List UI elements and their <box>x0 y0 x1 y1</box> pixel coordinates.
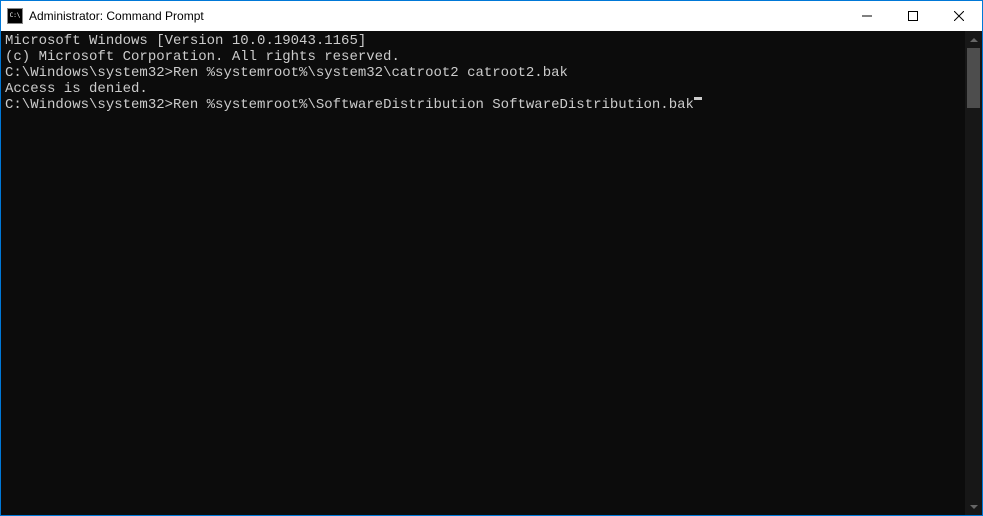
command-line-1: C:\Windows\system32>Ren %systemroot%\sys… <box>5 65 965 81</box>
chevron-up-icon <box>970 38 978 42</box>
command-2: Ren %systemroot%\SoftwareDistribution So… <box>173 97 694 113</box>
prompt-2: C:\Windows\system32> <box>5 97 173 113</box>
minimize-icon <box>862 11 872 21</box>
vertical-scrollbar[interactable] <box>965 31 982 515</box>
close-button[interactable] <box>936 1 982 31</box>
titlebar-left: Administrator: Command Prompt <box>7 8 204 24</box>
maximize-button[interactable] <box>890 1 936 31</box>
maximize-icon <box>908 11 918 21</box>
command-line-2: C:\Windows\system32>Ren %systemroot%\Sof… <box>5 97 965 113</box>
text-cursor <box>694 97 702 100</box>
copyright-line: (c) Microsoft Corporation. All rights re… <box>5 49 965 65</box>
scroll-thumb[interactable] <box>967 48 980 108</box>
console-output[interactable]: Microsoft Windows [Version 10.0.19043.11… <box>1 31 965 515</box>
window-controls <box>844 1 982 31</box>
scroll-up-arrow[interactable] <box>965 31 982 48</box>
cmd-icon <box>7 8 23 24</box>
scroll-down-arrow[interactable] <box>965 498 982 515</box>
minimize-button[interactable] <box>844 1 890 31</box>
result-1: Access is denied. <box>5 81 965 97</box>
version-line: Microsoft Windows [Version 10.0.19043.11… <box>5 33 965 49</box>
command-prompt-window: Administrator: Command Prompt Microsoft … <box>1 1 982 515</box>
command-1: Ren %systemroot%\system32\catroot2 catro… <box>173 65 568 81</box>
prompt-1: C:\Windows\system32> <box>5 65 173 81</box>
close-icon <box>954 11 964 21</box>
scroll-track[interactable] <box>965 48 982 498</box>
console-area: Microsoft Windows [Version 10.0.19043.11… <box>1 31 982 515</box>
window-title: Administrator: Command Prompt <box>29 9 204 23</box>
chevron-down-icon <box>970 505 978 509</box>
titlebar[interactable]: Administrator: Command Prompt <box>1 1 982 31</box>
